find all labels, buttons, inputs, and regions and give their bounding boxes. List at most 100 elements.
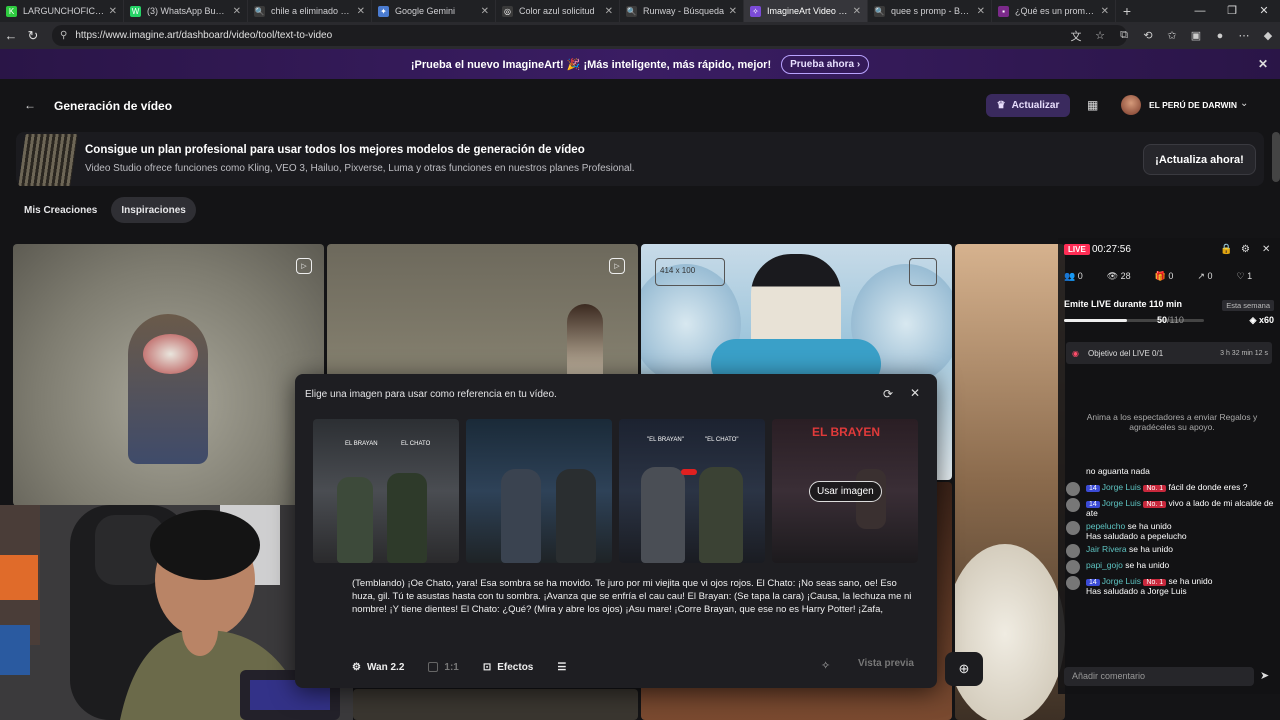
back-arrow-icon[interactable]: ←: [24, 98, 36, 112]
views-stat: 👁 28: [1106, 271, 1131, 281]
browser-tab[interactable]: ✦ Google Gemini ✕: [372, 0, 496, 22]
reference-image-option[interactable]: "EL BRAYAN" "EL CHATO": [619, 419, 765, 563]
play-icon[interactable]: ▷: [609, 258, 625, 274]
gear-icon[interactable]: ⚙: [1241, 244, 1250, 255]
avatar: [1066, 544, 1080, 558]
browser-tab[interactable]: ▪ ¿Qué es un prompt y c ✕: [992, 0, 1116, 22]
copilot-icon[interactable]: ◆: [1256, 29, 1280, 42]
rank-badge: No. 1: [1143, 579, 1167, 586]
gallery-video-card[interactable]: [955, 244, 1065, 720]
upgrade-now-button[interactable]: ¡Actualiza ahora!: [1143, 144, 1256, 175]
model-selector[interactable]: ⚙ Wan 2.2: [352, 662, 404, 673]
lock-icon[interactable]: 🔒: [1220, 244, 1232, 255]
settings-sliders-icon[interactable]: ☰: [557, 662, 566, 673]
effects-button[interactable]: ⊡ Efectos: [483, 662, 534, 673]
maximize-icon[interactable]: ❐: [1216, 0, 1248, 22]
browser-tab[interactable]: 🔍 chile a eliminado el afr ✕: [248, 0, 372, 22]
aspect-ratio-selector[interactable]: 1:1: [428, 662, 459, 673]
tab-close-icon[interactable]: ✕: [1101, 6, 1109, 17]
user-name[interactable]: EL PERÚ DE DARWIN: [1149, 100, 1237, 110]
reload-icon[interactable]: ↻: [22, 28, 44, 44]
close-window-icon[interactable]: ✕: [1248, 0, 1280, 22]
objective-time: 3 h 32 min 12 s: [1220, 349, 1268, 357]
upgrade-button[interactable]: ♛ Actualizar: [986, 94, 1070, 117]
likes-stat: ♡ 1: [1236, 271, 1253, 281]
image-caption: "EL BRAYAN": [647, 437, 684, 443]
browser-tab[interactable]: 🔍 Runway - Búsqueda ✕: [620, 0, 744, 22]
close-icon[interactable]: ✕: [910, 386, 920, 400]
gallery-video-card[interactable]: [353, 689, 638, 720]
play-icon[interactable]: ▷: [296, 258, 312, 274]
favorites-icon[interactable]: ✩: [1160, 29, 1184, 42]
tab-close-icon[interactable]: ✕: [481, 6, 489, 17]
extensions-icon[interactable]: ⧉: [1112, 29, 1136, 42]
modal-title: Elige una imagen para usar como referenc…: [305, 389, 557, 400]
new-tab-button[interactable]: +: [1116, 3, 1138, 19]
reference-image-option[interactable]: EL BRAYAN EL CHATO: [313, 419, 459, 563]
url-field[interactable]: ⚲ https://www.imagine.art/dashboard/vide…: [52, 25, 1127, 46]
image-caption: EL BRAYEN: [812, 425, 881, 439]
chat-message: papi_gojo se ha unido: [1064, 560, 1274, 574]
assistant-bot-icon[interactable]: ⊕: [945, 652, 983, 686]
tab-close-icon[interactable]: ✕: [233, 6, 241, 17]
tab-favicon-icon: 🔍: [626, 5, 637, 17]
chat-username[interactable]: Jorge Luis: [1102, 576, 1141, 586]
browser-tab[interactable]: 🔍 quee s promp - Búsque ✕: [868, 0, 992, 22]
tab-favicon-icon: ◎: [502, 5, 513, 17]
page-header: ← Generación de vídeo ♛ Actualizar ▦ EL …: [0, 88, 1280, 124]
tab-close-icon[interactable]: ✕: [605, 6, 613, 17]
send-icon[interactable]: ➤: [1260, 669, 1269, 682]
page-title: Generación de vídeo: [54, 99, 173, 113]
profile-icon[interactable]: ●: [1208, 30, 1232, 42]
back-icon[interactable]: ←: [0, 28, 22, 43]
preview-button[interactable]: Vista previa: [858, 658, 914, 669]
chat-username[interactable]: Jorge Luis: [1102, 482, 1141, 492]
tab-mis-creaciones[interactable]: Mis Creaciones: [14, 197, 107, 223]
tab-close-icon[interactable]: ✕: [853, 6, 861, 17]
chat-username[interactable]: papi_gojo: [1086, 560, 1123, 570]
favorite-star-icon[interactable]: ☆: [1088, 29, 1112, 42]
tab-favicon-icon: ✦: [378, 5, 389, 17]
chat-extra: Has saludado a Jorge Luis: [1086, 586, 1187, 596]
collections-icon[interactable]: ▣: [1184, 29, 1208, 42]
live-objective[interactable]: ◉ Objetivo del LIVE 0/1 3 h 32 min 12 s: [1066, 342, 1272, 364]
chat-username[interactable]: Jair Rivera: [1086, 544, 1127, 554]
use-image-button[interactable]: Usar imagen: [809, 481, 882, 502]
refresh-icon[interactable]: ⟳: [883, 387, 893, 401]
page-scrollbar[interactable]: [1272, 132, 1280, 182]
browser-tab[interactable]: ✧ ImagineArt Video Stud ✕: [744, 0, 868, 22]
banner-subtitle: Video Studio ofrece funciones como Kling…: [85, 163, 635, 174]
tab-close-icon[interactable]: ✕: [977, 6, 985, 17]
tab-close-icon[interactable]: ✕: [109, 6, 117, 17]
chat-username[interactable]: Jorge Luis: [1102, 498, 1141, 508]
minimize-icon[interactable]: —: [1184, 0, 1216, 22]
promo-close-icon[interactable]: ✕: [1258, 57, 1268, 71]
avatar[interactable]: [1121, 95, 1141, 115]
enhance-prompt-icon[interactable]: ✧: [821, 659, 830, 672]
translate-icon[interactable]: 文: [1064, 28, 1088, 44]
tab-title: chile a eliminado el afr: [271, 6, 353, 16]
promo-try-button[interactable]: Prueba ahora ›: [781, 54, 870, 74]
tab-title: quee s promp - Búsque: [891, 6, 973, 16]
viewers-stat: 👥 0: [1064, 271, 1083, 281]
window-controls: — ❐ ✕: [1184, 0, 1280, 22]
apps-grid-icon[interactable]: ▦: [1087, 98, 1098, 112]
tab-close-icon[interactable]: ✕: [729, 6, 737, 17]
close-icon[interactable]: ✕: [1262, 244, 1270, 255]
tab-close-icon[interactable]: ✕: [357, 6, 365, 17]
chevron-down-icon[interactable]: ⌄: [1240, 98, 1248, 109]
prompt-textarea[interactable]: (Temblando) ¡Oe Chato, yara! Esa sombra …: [352, 577, 922, 616]
comment-input[interactable]: Añadir comentario: [1064, 667, 1254, 686]
bonus-multiplier: ◈ x60: [1249, 315, 1274, 325]
split-icon[interactable]: ⟲: [1136, 29, 1160, 42]
gallery-video-card[interactable]: ▷: [13, 244, 324, 506]
tab-inspiraciones[interactable]: Inspiraciones: [111, 197, 196, 223]
more-icon[interactable]: ⋯: [1232, 29, 1256, 42]
chat-username[interactable]: pepelucho: [1086, 521, 1125, 531]
browser-tab[interactable]: K LARGUNCHOFICIAL Str ✕: [0, 0, 124, 22]
browser-tab[interactable]: W (3) WhatsApp Business ✕: [124, 0, 248, 22]
site-info-icon[interactable]: ⚲: [60, 30, 67, 41]
goal-progress-count: 50/110: [1157, 315, 1184, 325]
browser-tab[interactable]: ◎ Color azul solicitud ✕: [496, 0, 620, 22]
reference-image-option[interactable]: [466, 419, 612, 563]
